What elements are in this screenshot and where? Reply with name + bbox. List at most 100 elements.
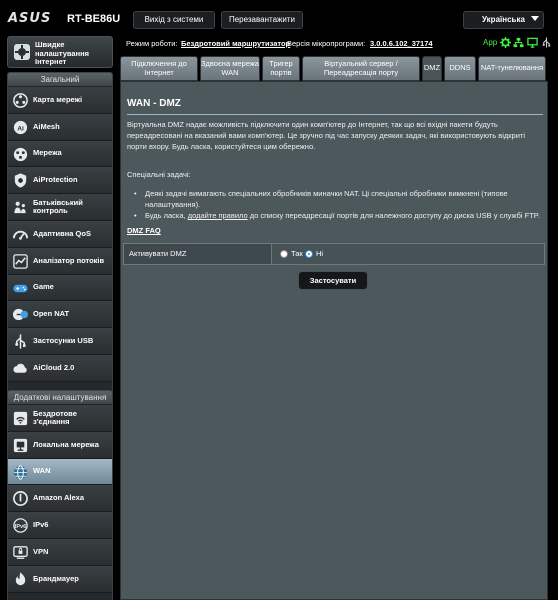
sidebar-item-network-map[interactable]: Карта мережі [8, 87, 112, 114]
gear-icon[interactable] [500, 37, 511, 48]
dmz-yes-label[interactable]: Так [291, 249, 303, 258]
sidebar-item-open-nat[interactable]: Open NAT [8, 301, 112, 329]
operation-mode-link[interactable]: Бездротовий маршрутизатор [181, 39, 290, 48]
list-item: Будь ласка, додайте правило до списку пе… [131, 210, 543, 221]
advanced-menu-list: Бездротове з'єднання Локальна мережа WAN Am… [8, 405, 112, 593]
sidebar-item-usb-apps[interactable]: Застосунки USB [8, 328, 112, 355]
asus-logo: ASUS [8, 11, 52, 26]
aiprotection-icon [14, 173, 27, 188]
sidebar-item-label: Брандмауер [33, 573, 79, 583]
sidebar-item-game[interactable]: Game [8, 274, 112, 302]
sidebar-item-network[interactable]: Мережа [8, 140, 112, 168]
lan-icon [13, 438, 28, 452]
sidebar-item-parental-control[interactable]: Батьківський контроль [8, 194, 112, 221]
usb-icon[interactable] [541, 37, 552, 48]
sidebar-item-ipv6[interactable]: IPv6 IPv6 [8, 512, 112, 539]
network-icon [13, 147, 28, 161]
status-bar: Режим роботи: Бездротовий маршрутизатор … [120, 36, 556, 56]
quick-internet-setup-button[interactable]: Швидке налаштування Інтернет [7, 36, 113, 68]
tab-3[interactable]: Віртуальний сервер / Переадресація порту [302, 56, 420, 81]
reboot-button[interactable]: Перезавантажити [221, 11, 303, 29]
svg-text:Ai: Ai [17, 125, 24, 132]
logout-button[interactable]: Вихід з системи [133, 11, 215, 29]
sidebar-item-aiprotection[interactable]: AiProtection [8, 167, 112, 195]
aicloud-icon [13, 363, 27, 373]
tab-1[interactable]: Здвоєна мережа WAN [200, 56, 260, 81]
language-select[interactable]: Українська [463, 11, 544, 29]
advanced-section-title: Додаткові налаштування [8, 391, 112, 405]
sidebar-item-firewall[interactable]: Брандмауер [8, 565, 112, 593]
note-nat-text: Деякі задачі вимагають спеціальних оброб… [145, 189, 508, 209]
general-menu-section: Загальний Карта мережі Ai AiMesh Мережа AiPr… [7, 72, 113, 418]
note-ftp-post: до списку переадресації портів для належ… [247, 211, 540, 220]
sidebar-item-label: Мережа [33, 148, 62, 158]
sidebar-item-qos[interactable]: Адаптивна QoS [8, 220, 112, 248]
advanced-menu-section: Додаткові налаштування Бездротове з'єдна… [7, 390, 113, 600]
sidebar-item-label: AiMesh [33, 121, 60, 131]
sidebar-item-label: Game [33, 282, 54, 292]
sidebar-item-label: Адаптивна QoS [33, 228, 91, 238]
firmware-version-link[interactable]: 3.0.0.6.102_37174 [370, 39, 433, 48]
quick-setup-label: Швидке налаштування Інтернет [35, 40, 90, 66]
tab-5[interactable]: DDNS [444, 56, 476, 81]
sidebar-item-label: IPv6 [33, 519, 49, 529]
title-divider [127, 114, 543, 115]
sidebar-item-wireless[interactable]: Бездротове з'єднання [8, 405, 112, 432]
alexa-icon [13, 491, 28, 507]
special-tasks-heading: Спеціальні задачі: [127, 170, 191, 179]
traffic-analyzer-icon [13, 254, 28, 269]
dmz-no-label[interactable]: Ні [316, 249, 323, 258]
dmz-yes-radio[interactable] [280, 250, 288, 258]
language-value: Українська [482, 15, 525, 24]
chevron-down-icon [531, 16, 539, 21]
sidebar-item-aicloud[interactable]: AiCloud 2.0 [8, 354, 112, 382]
sidebar-item-label: Застосунки USB [33, 335, 94, 345]
tab-2[interactable]: Тригер портів [262, 56, 300, 81]
general-menu-list: Карта мережі Ai AiMesh Мережа AiProtection Ба… [8, 87, 112, 382]
network-status-icon[interactable] [513, 37, 524, 48]
tab-6[interactable]: NAT-тунелювання [478, 56, 546, 81]
aimesh-icon: Ai [13, 120, 28, 134]
sidebar-item-lan[interactable]: Локальна мережа [8, 431, 112, 459]
dmz-settings-table: Активувати DMZ Так Ні [123, 243, 545, 265]
tab-0[interactable]: Підключення до Інтернет [120, 56, 198, 81]
enable-dmz-label: Активувати DMZ [124, 244, 272, 264]
open-nat-icon [12, 309, 29, 321]
sidebar-item-label: Бездротове з'єднання [33, 408, 77, 426]
qos-icon [12, 230, 29, 240]
sidebar-item-alexa[interactable]: Amazon Alexa [8, 485, 112, 513]
add-rule-link[interactable]: додайте правило [188, 211, 248, 220]
monitor-icon[interactable] [527, 37, 538, 48]
svg-text:IPv6: IPv6 [15, 524, 27, 530]
vpn-icon [13, 546, 28, 559]
tab-bar: Підключення до Інтернет Здвоєна мережа WA… [120, 56, 548, 81]
sidebar-item-aimesh[interactable]: Ai AiMesh [8, 113, 112, 141]
apply-button[interactable]: Застосувати [298, 271, 368, 290]
general-section-title: Загальний [8, 73, 112, 87]
quick-setup-icon [14, 44, 30, 60]
header-bar: ASUS RT-BE86U Вихід з системи Перезавант… [0, 0, 558, 32]
wan-icon [13, 465, 28, 480]
sidebar-item-vpn[interactable]: VPN [8, 538, 112, 566]
note-ftp-pre: Будь ласка, [145, 211, 188, 220]
sidebar-item-label: VPN [33, 546, 49, 556]
operation-mode-label: Режим роботи: [126, 39, 178, 48]
enable-dmz-options: Так Ні [272, 244, 544, 264]
sidebar-item-traffic-analyzer[interactable]: Аналізатор потоків [8, 247, 112, 275]
wireless-icon [13, 411, 28, 426]
app-label[interactable]: App [483, 38, 497, 47]
sidebar-item-label: Open NAT [33, 309, 70, 319]
intro-text: Віртуальна DMZ надає можливість підключи… [127, 120, 525, 151]
sidebar-item-label: AiCloud 2.0 [33, 362, 75, 372]
sidebar-item-wan[interactable]: WAN [8, 458, 112, 486]
sidebar-item-label: Локальна мережа [33, 439, 99, 449]
main-content: WAN - DMZ Віртуальна DMZ надає можливіст… [120, 81, 548, 600]
dmz-faq-link[interactable]: DMZ FAQ [127, 226, 161, 235]
sidebar-item-label: WAN [33, 466, 51, 476]
router-model: RT-BE86U [67, 13, 121, 25]
ipv6-icon: IPv6 [13, 518, 28, 533]
dmz-no-radio[interactable] [305, 250, 313, 258]
game-icon [13, 284, 28, 292]
tab-4[interactable]: DMZ [422, 56, 442, 81]
sidebar-item-label: Батьківський контроль [33, 197, 83, 216]
